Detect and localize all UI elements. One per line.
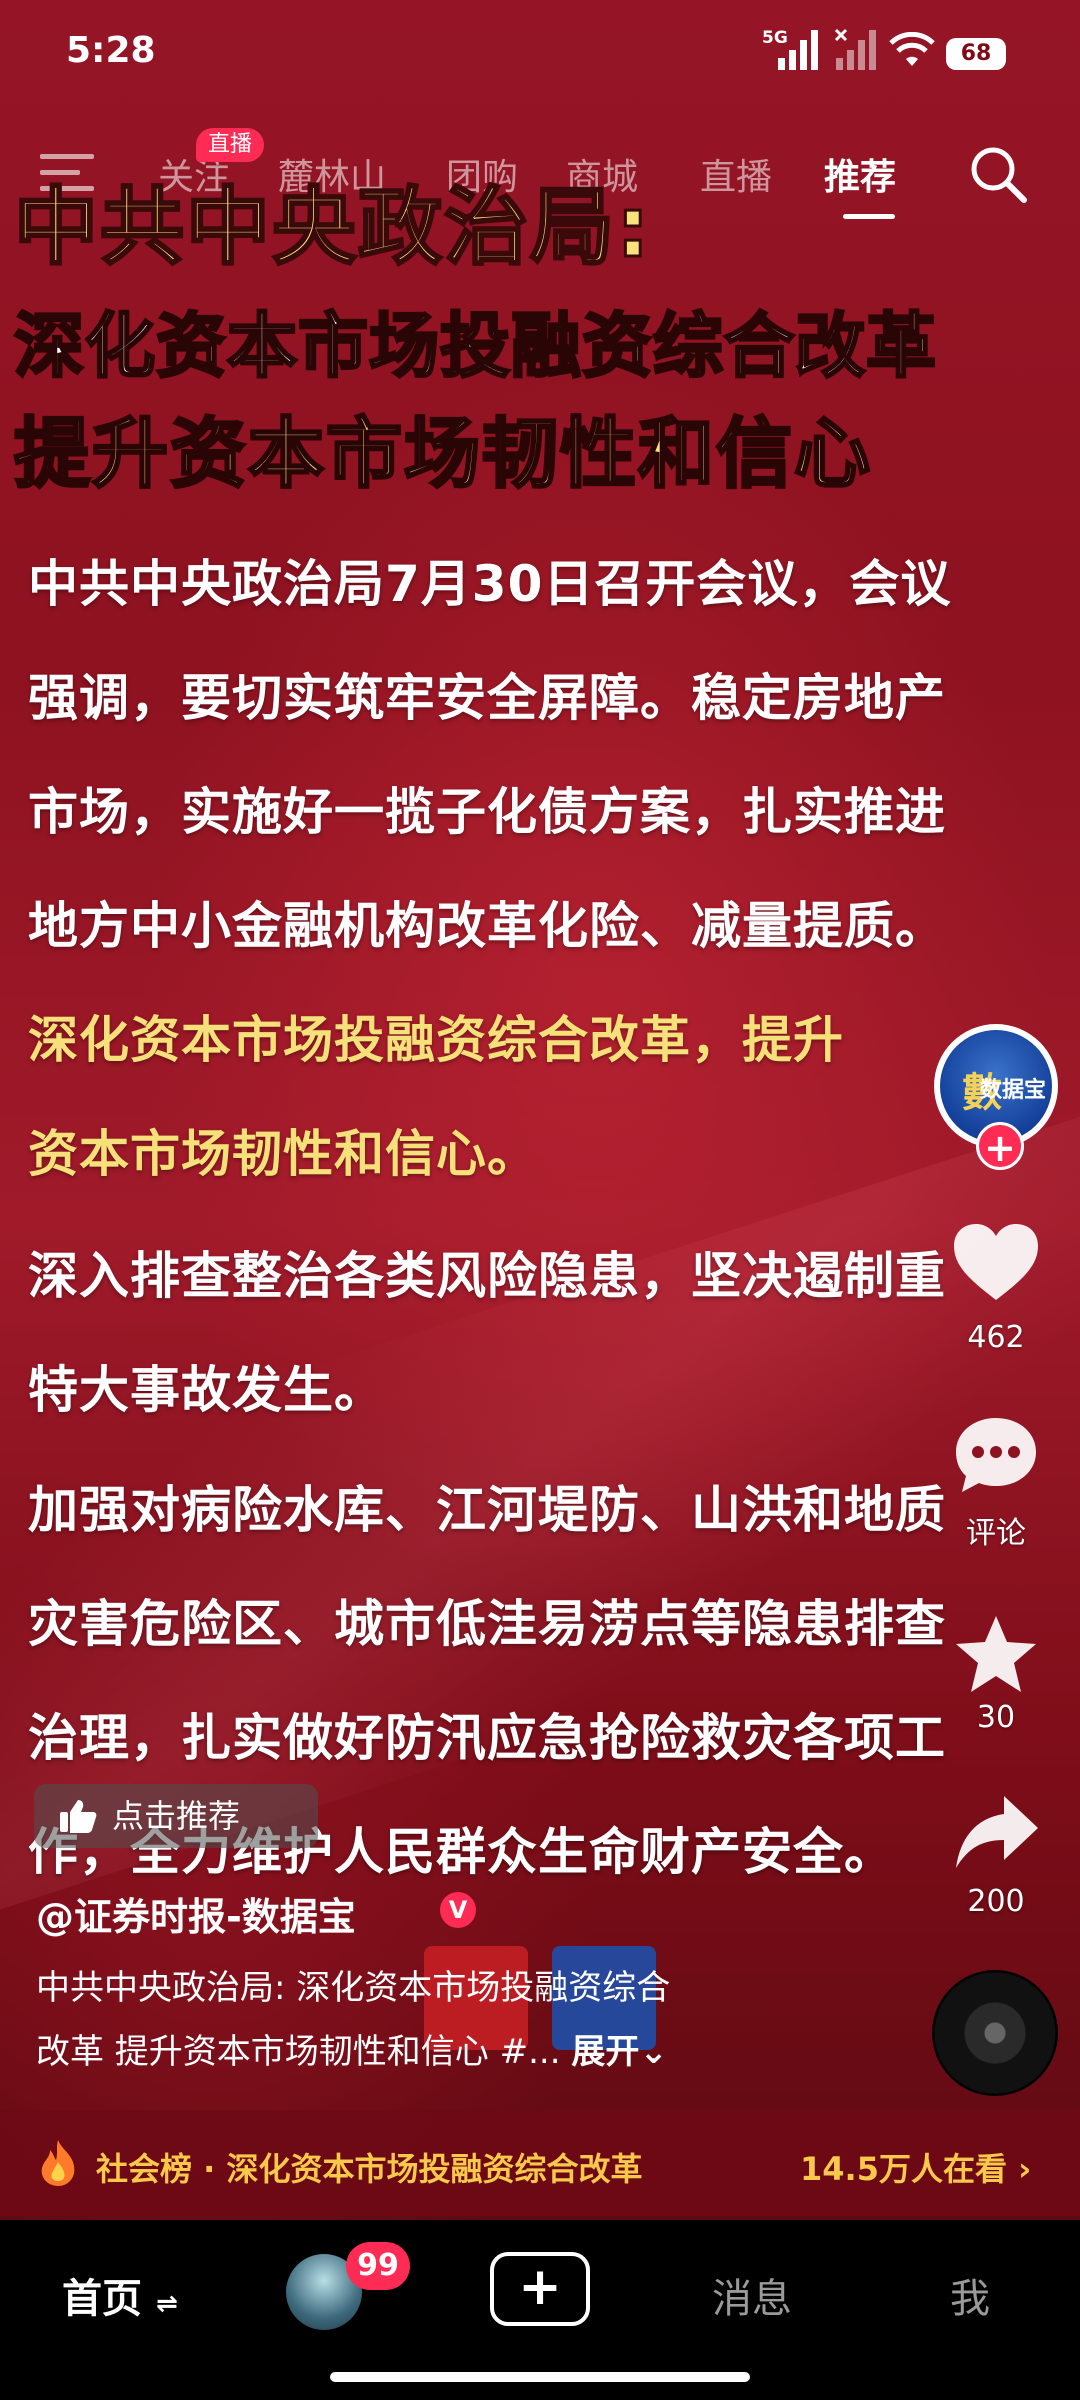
nav-me[interactable]: 我 <box>950 2266 990 2324</box>
expand-label: 展开 <box>571 2032 640 2072</box>
nav-messages[interactable]: 消息 <box>712 2266 792 2324</box>
body-line: 加强对病险水库、江河堤防、山洪和地质 <box>28 1481 946 1539</box>
viewers-count: 14.5万人在看 <box>800 2150 1007 2188</box>
chevron-down-icon: ⌄ <box>639 2032 668 2072</box>
search-icon[interactable] <box>966 142 1030 206</box>
live-badge: 直播 <box>196 128 265 162</box>
status-bar: 5:28 5G 68 <box>0 0 1080 110</box>
home-indicator[interactable] <box>330 2372 750 2382</box>
author-handle[interactable]: @证券时报-数据宝 <box>36 1886 356 1941</box>
thumbs-up-icon <box>60 1800 97 1833</box>
verified-badge: V <box>440 1892 476 1928</box>
chevron-right-icon: › <box>1018 2150 1032 2188</box>
battery-level: 68 <box>946 38 1006 70</box>
signal-2-icon <box>834 28 876 70</box>
status-time: 5:28 <box>66 30 156 71</box>
body-line: 灾害危险区、城市低洼易涝点等隐患排查 <box>28 1595 946 1653</box>
like-count: 462 <box>967 1320 1025 1355</box>
body-line: 中共中央政治局7月30日召开会议，会议 <box>28 555 952 613</box>
nav-home-label: 首页 <box>62 2276 142 2322</box>
wifi-icon <box>889 32 935 66</box>
comment-icon[interactable] <box>952 1414 1040 1496</box>
body-line: 特大事故发生。 <box>28 1361 385 1419</box>
favorite-star-icon[interactable] <box>952 1612 1040 1696</box>
flame-icon <box>41 2140 75 2186</box>
comment-label: 评论 <box>966 1516 1026 1551</box>
nav-home[interactable]: 首页 ⇌ <box>62 2266 178 2324</box>
share-count: 200 <box>967 1884 1025 1919</box>
headline-1: 中共中央政治局: <box>13 177 652 278</box>
hot-list-viewers[interactable]: 14.5万人在看 › <box>800 2144 1031 2190</box>
body-line: 深入排查整治各类风险隐患，坚决遏制重 <box>28 1247 946 1305</box>
notification-badge: 99 <box>346 2242 410 2290</box>
create-post-button[interactable]: + <box>490 2252 590 2326</box>
body-line: 地方中小金融机构改革化险、减量提质。 <box>28 897 946 955</box>
expand-button[interactable]: 展开⌄ <box>571 2032 668 2072</box>
body-line: 强调，要切实筑牢安全屏障。稳定房地产 <box>28 669 946 727</box>
avatar-label: 数据宝 <box>980 1078 1047 1103</box>
tab-live[interactable]: 直播 <box>700 148 772 200</box>
signal-icon <box>778 30 818 70</box>
description-line[interactable]: 改革 提升资本市场韧性和信心 #... 展开⌄ <box>36 2024 668 2073</box>
headline-3: 提升资本市场韧性和信心 <box>13 408 872 500</box>
description-text: 改革 提升资本市场韧性和信心 #... <box>36 2032 561 2072</box>
active-tab-indicator <box>843 214 895 219</box>
refresh-switch-icon: ⇌ <box>155 2289 178 2319</box>
hot-list-label: 社会榜 · 深化资本市场投融资综合改革 <box>96 2150 643 2188</box>
recommend-chip[interactable]: 点击推荐 <box>34 1784 318 1848</box>
music-disc-icon[interactable] <box>932 1970 1058 2096</box>
like-heart-icon[interactable] <box>950 1220 1042 1304</box>
recommend-label: 点击推荐 <box>112 1797 241 1835</box>
body-line: 治理，扎实做好防汛应急抢险救灾各项工 <box>28 1709 946 1767</box>
description-line: 中共中央政治局: 深化资本市场投融资综合 <box>36 1968 671 2008</box>
body-line: 市场，实施好一揽子化债方案，扎实推进 <box>28 783 946 841</box>
body-line-highlight: 资本市场韧性和信心。 <box>28 1125 538 1183</box>
body-line-highlight: 深化资本市场投融资综合改革，提升 <box>28 1011 844 1069</box>
follow-button[interactable]: + <box>976 1122 1024 1170</box>
headline-2: 深化资本市场投融资综合改革 <box>13 304 938 389</box>
tab-recommend[interactable]: 推荐 <box>824 148 896 200</box>
favorite-count: 30 <box>976 1700 1016 1735</box>
share-arrow-icon[interactable] <box>952 1792 1042 1872</box>
